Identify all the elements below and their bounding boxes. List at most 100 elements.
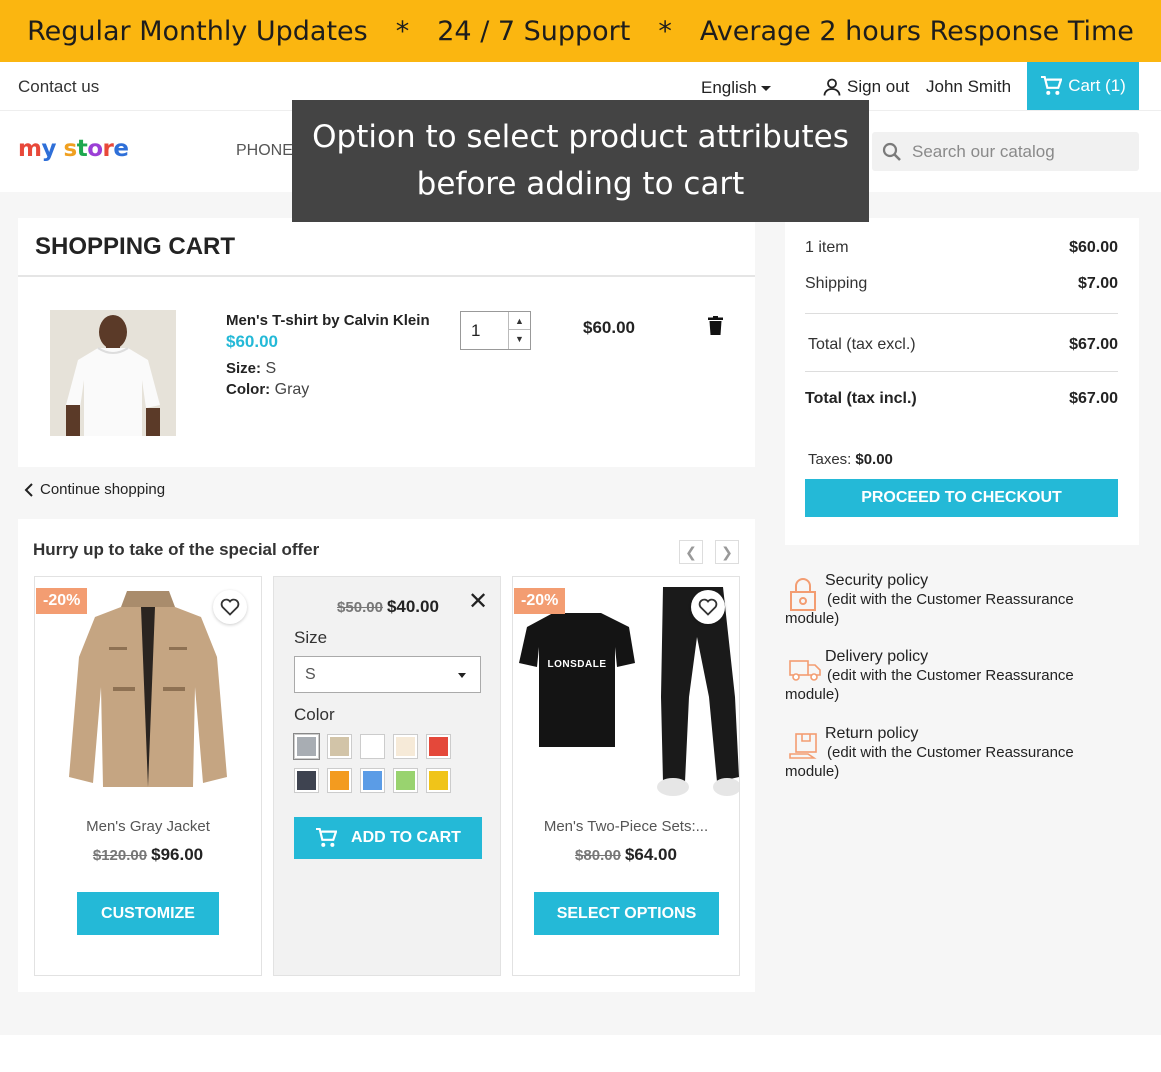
product-card-jacket[interactable]: -20% Men's Gray Jacket $120.00 $96.00 CUS… <box>34 576 262 976</box>
language-selector[interactable]: English <box>701 78 771 98</box>
reassurance-title: Delivery policy <box>825 648 929 665</box>
color-swatch[interactable] <box>360 734 385 759</box>
color-swatch[interactable] <box>294 768 319 793</box>
caret-down-icon <box>760 86 771 92</box>
carousel-next-button[interactable]: ❯ <box>715 540 739 564</box>
product-card-two-piece-set[interactable]: -20% LONSDALE Men's Two-Piece Sets:... $… <box>512 576 740 976</box>
proceed-to-checkout-button[interactable]: PROCEED TO CHECKOUT <box>805 479 1118 517</box>
product-options-card: $50.00 $40.00 ✕ Size S Color ADD TO CART <box>273 576 501 976</box>
reassurance-desc: (edit with the Customer Reassurance <box>827 667 1074 684</box>
summary-taxes-row: Taxes: $0.00 <box>808 451 893 468</box>
color-swatch[interactable] <box>327 734 352 759</box>
cart-button[interactable]: Cart (1) <box>1027 62 1139 110</box>
reassurance-desc: (edit with the Customer Reassurance <box>827 591 1074 608</box>
special-offer-title: Hurry up to take of the special offer <box>33 540 320 559</box>
discount-badge: -20% <box>36 588 88 614</box>
quantity-input[interactable]: 1 <box>471 321 480 341</box>
heart-icon <box>220 598 240 616</box>
summary-total-excl-row: Total (tax excl.) $67.00 <box>808 336 1118 353</box>
user-icon <box>823 78 841 96</box>
search-icon <box>882 142 901 161</box>
reassurance-desc: (edit with the Customer Reassurance <box>827 744 1074 761</box>
color-swatch[interactable] <box>426 734 451 759</box>
promo-separator: * <box>395 15 410 47</box>
product-name[interactable]: Men's Gray Jacket <box>35 818 261 835</box>
reassurance-title: Security policy <box>825 572 929 589</box>
menu-item-phone[interactable]: PHONE <box>236 142 293 160</box>
reassurance-return: Return policy (edit with the Customer Re… <box>785 724 1139 781</box>
promo-monthly-updates: Regular Monthly Updates <box>27 15 368 47</box>
remove-item-button[interactable] <box>708 316 723 340</box>
cart-line-total: $60.00 <box>583 318 635 337</box>
customize-button[interactable]: CUSTOMIZE <box>77 892 219 935</box>
promo-support: 24 / 7 Support <box>437 15 631 47</box>
summary-total-incl-row: Total (tax incl.) $67.00 <box>805 390 1118 407</box>
color-swatch[interactable] <box>360 768 385 793</box>
product-price: $80.00 $64.00 <box>575 845 677 864</box>
cart-icon <box>1041 76 1063 95</box>
contact-us-link[interactable]: Contact us <box>18 77 99 97</box>
size-select-value: S <box>305 666 316 683</box>
add-to-cart-button[interactable]: ADD TO CART <box>294 817 482 859</box>
summary-shipping-row: Shipping $7.00 <box>805 275 1118 292</box>
store-logo[interactable]: my store <box>18 136 129 162</box>
close-icon[interactable]: ✕ <box>468 587 488 616</box>
color-label: Color <box>294 705 335 724</box>
quantity-increase-icon[interactable]: ▲ <box>509 312 530 330</box>
size-select[interactable]: S <box>294 656 481 693</box>
page-title: SHOPPING CART <box>35 233 236 260</box>
chevron-right-icon: ❯ <box>721 543 733 560</box>
order-summary: 1 item $60.00 Shipping $7.00 Total (tax ex… <box>785 218 1139 545</box>
tooltip-line-1: Option to select product attributes <box>312 119 849 155</box>
reassurance-title: Return policy <box>825 725 919 742</box>
quantity-stepper[interactable]: 1 ▲ ▼ <box>460 311 531 350</box>
wishlist-button[interactable] <box>691 590 725 624</box>
cart-icon <box>316 828 338 847</box>
color-swatch[interactable] <box>426 768 451 793</box>
cart-product-price: $60.00 <box>226 332 278 351</box>
reassurance-desc-cont: module) <box>785 610 840 627</box>
continue-shopping-label: Continue shopping <box>40 481 166 498</box>
search-box[interactable]: Search our catalog <box>872 132 1139 171</box>
product-image-tshirt[interactable] <box>50 310 176 436</box>
divider <box>18 275 755 277</box>
color-swatch[interactable] <box>393 734 418 759</box>
color-swatch[interactable] <box>293 733 320 760</box>
feature-tooltip: Option to select product attributes befo… <box>292 100 869 222</box>
divider <box>805 371 1118 372</box>
sign-out-label: Sign out <box>847 77 910 96</box>
add-to-cart-label: ADD TO CART <box>351 829 461 846</box>
promo-separator: * <box>658 15 672 47</box>
chevron-left-icon: ❮ <box>685 543 697 560</box>
reassurance-desc-cont: module) <box>785 686 840 703</box>
account-name-link[interactable]: John Smith <box>926 77 1011 97</box>
quantity-decrease-icon[interactable]: ▼ <box>509 330 530 348</box>
reassurance-security: Security policy (edit with the Customer … <box>785 571 1139 628</box>
search-input[interactable]: Search our catalog <box>912 142 1055 162</box>
return-box-icon <box>789 733 817 759</box>
select-options-button[interactable]: SELECT OPTIONS <box>534 892 719 935</box>
product-price: $120.00 $96.00 <box>92 845 204 864</box>
reassurance-desc-cont: module) <box>785 763 840 780</box>
color-swatch[interactable] <box>393 768 418 793</box>
lock-icon <box>790 578 816 611</box>
shirt-print-text: LONSDALE <box>547 659 607 670</box>
sign-out-link[interactable]: Sign out <box>822 77 909 97</box>
tooltip-line-2: before adding to cart <box>416 166 745 202</box>
shopping-cart-panel: SHOPPING CART Men's T-shirt by Calvin Kl… <box>18 218 755 467</box>
heart-icon <box>698 598 718 616</box>
trash-icon <box>708 316 723 335</box>
continue-shopping-link[interactable]: Continue shopping <box>24 481 165 498</box>
language-label: English <box>701 78 757 97</box>
color-swatch[interactable] <box>327 768 352 793</box>
cart-product-color: Color: Gray <box>226 381 310 398</box>
wishlist-button[interactable] <box>213 590 247 624</box>
chevron-left-icon <box>24 482 33 497</box>
delivery-truck-icon <box>789 660 821 681</box>
product-name[interactable]: Men's Two-Piece Sets:... <box>513 818 739 835</box>
divider <box>805 313 1118 314</box>
cart-product-name[interactable]: Men's T-shirt by Calvin Klein <box>226 312 430 329</box>
carousel-prev-button[interactable]: ❮ <box>679 540 703 564</box>
size-label: Size <box>294 628 328 647</box>
cart-label: Cart (1) <box>1068 76 1126 95</box>
